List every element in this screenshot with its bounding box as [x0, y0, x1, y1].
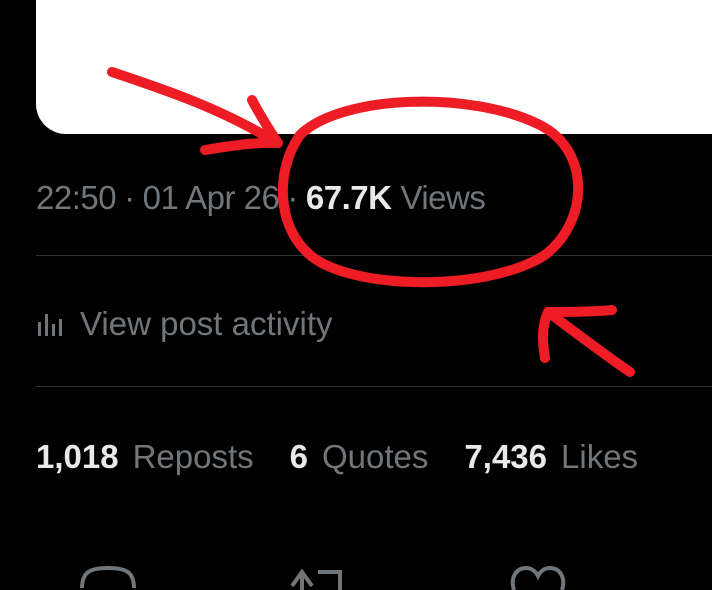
quotes-label: Quotes [322, 438, 429, 475]
quotes-stat[interactable]: 6 Quotes [290, 438, 429, 476]
views-label: Views [400, 179, 486, 216]
reposts-stat[interactable]: 1,018 Reposts [36, 438, 254, 476]
annotation-arrow-bottom [538, 305, 635, 377]
repost-icon[interactable] [288, 560, 348, 590]
quotes-count: 6 [289, 438, 309, 475]
engagement-stats: 1,018 Reposts 6 Quotes 7,436 Likes [36, 434, 674, 480]
likes-count: 7,436 [464, 438, 548, 475]
view-post-activity-label: View post activity [80, 305, 333, 342]
bar-chart-icon [38, 314, 62, 336]
views-count: 67.7K [305, 179, 392, 216]
separator: · [124, 179, 135, 216]
likes-label: Likes [561, 438, 639, 475]
separator: · [287, 179, 298, 216]
divider [36, 386, 712, 387]
post-time[interactable]: 22:50 [36, 179, 117, 217]
view-post-activity-button[interactable]: View post activity [36, 300, 333, 348]
post-media-image[interactable] [36, 0, 712, 134]
reposts-count: 1,018 [36, 438, 119, 475]
reposts-label: Reposts [132, 438, 254, 475]
likes-stat[interactable]: 7,436 Likes [464, 438, 638, 476]
post-timestamp-row: 22:50 · 01 Apr 26 · 67.7K Views [36, 176, 486, 220]
reply-icon[interactable] [78, 560, 138, 590]
like-icon[interactable] [508, 560, 568, 590]
divider [36, 255, 712, 256]
post-date[interactable]: 01 Apr 26 [143, 179, 280, 217]
